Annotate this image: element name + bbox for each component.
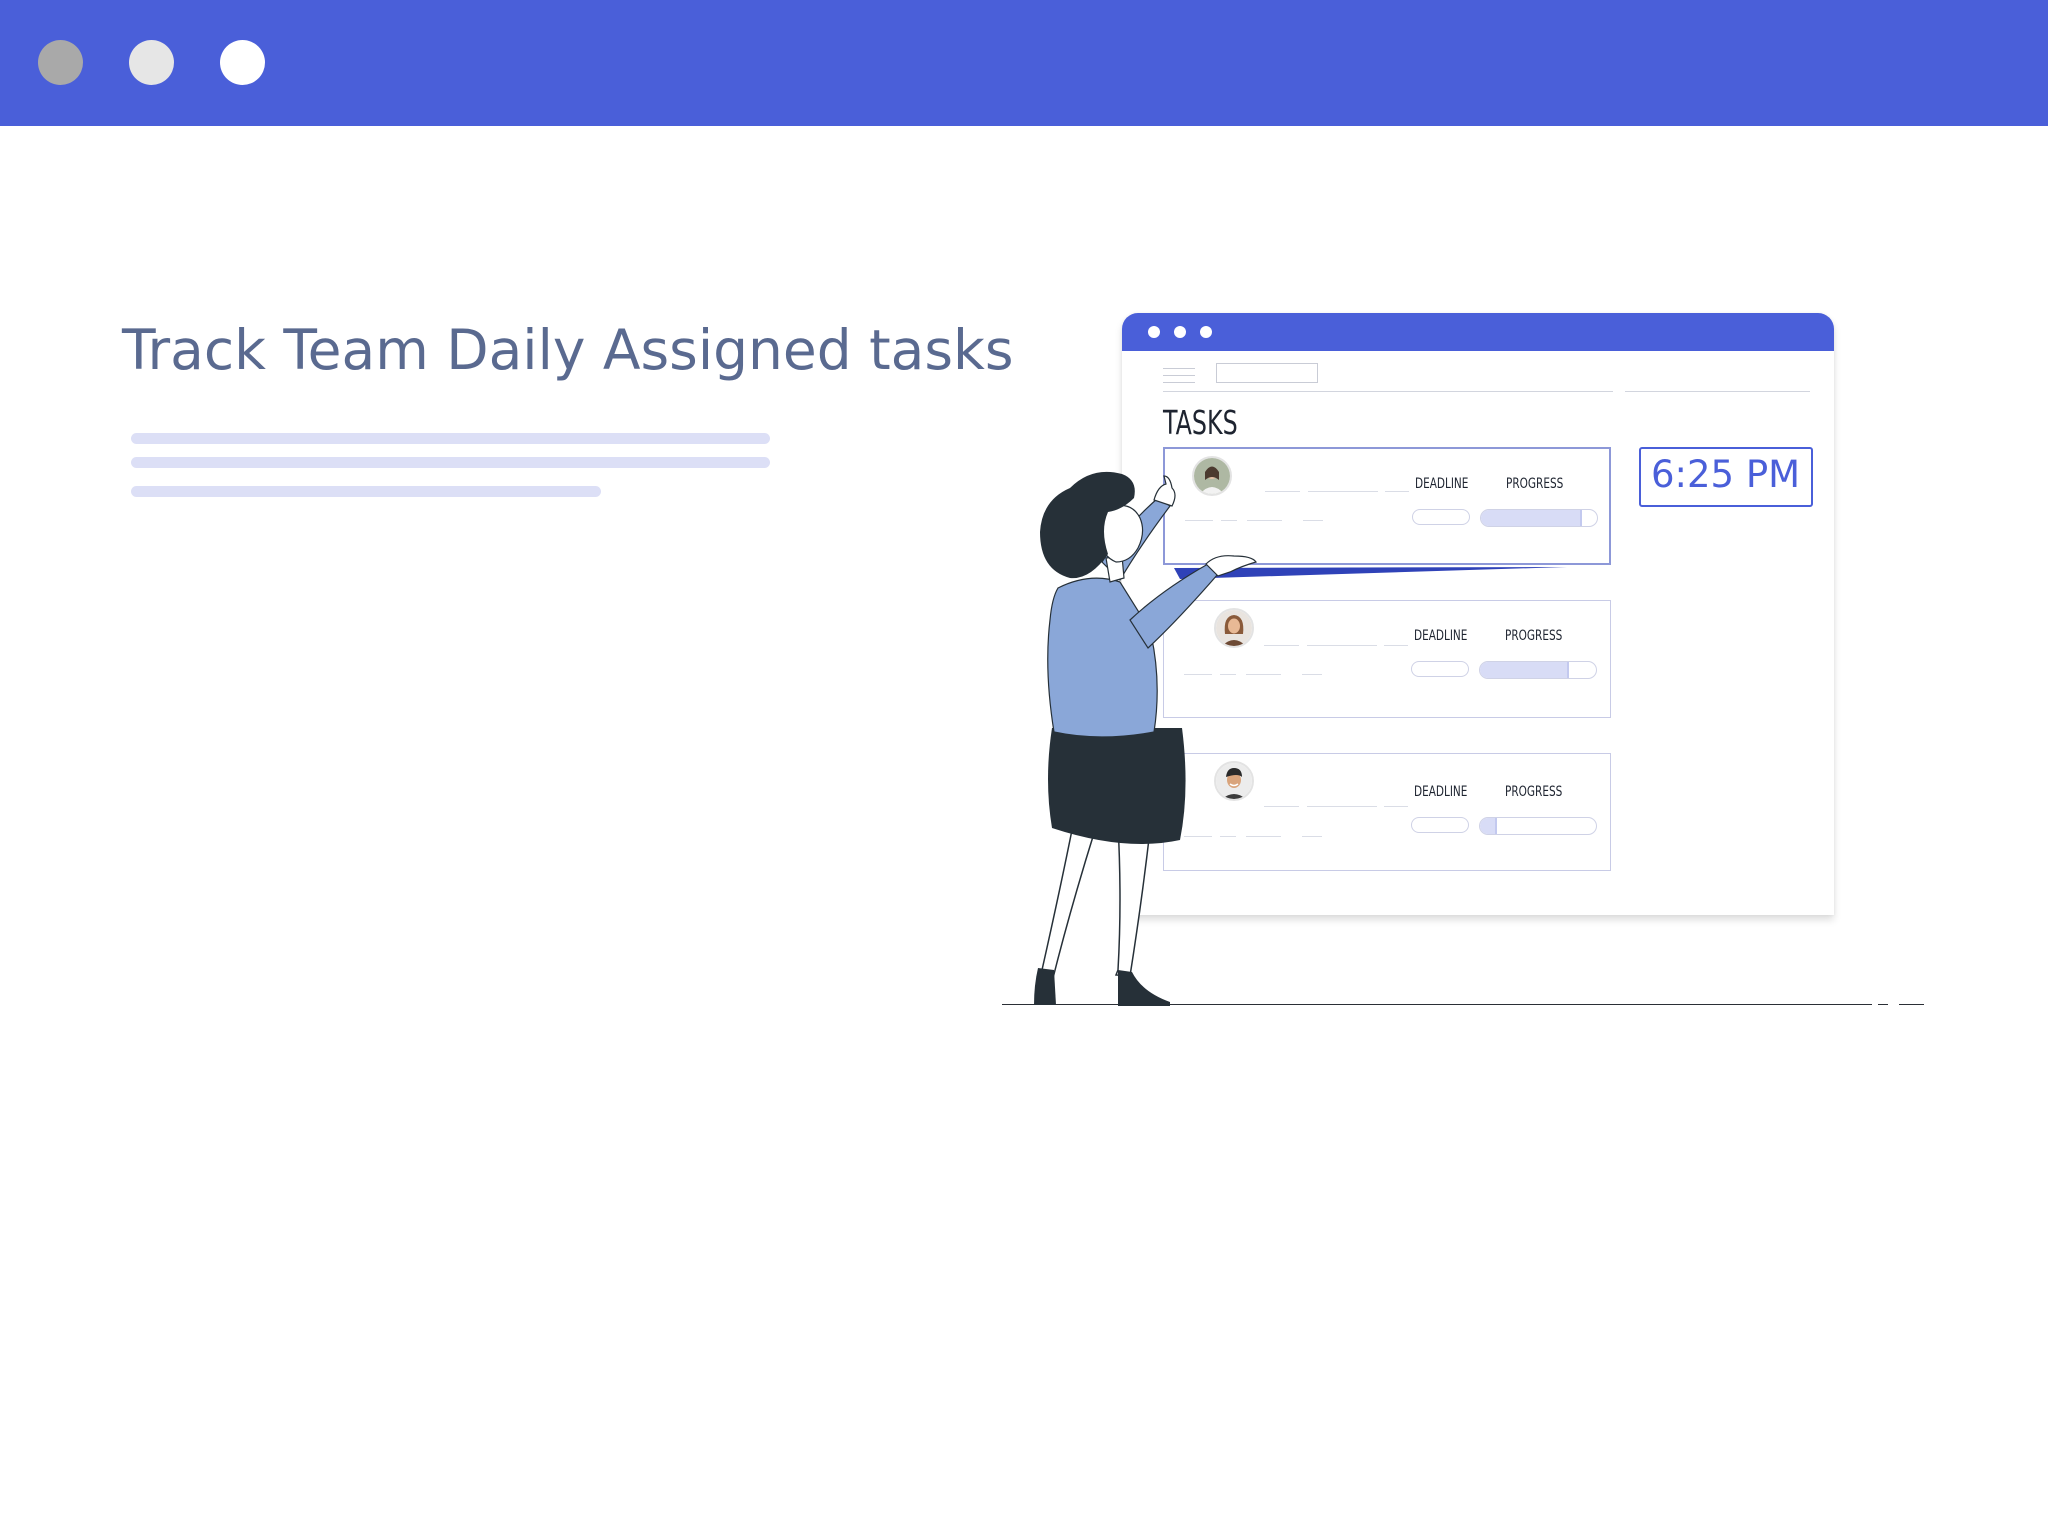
- illustration-search-box: [1216, 363, 1318, 383]
- deadline-label: DEADLINE: [1414, 784, 1468, 800]
- deadline-field: [1411, 661, 1469, 677]
- progress-fill: [1481, 510, 1582, 526]
- placeholder-text: [1302, 674, 1322, 675]
- deadline-label: DEADLINE: [1414, 628, 1468, 644]
- placeholder-text: [1384, 645, 1408, 646]
- deadline-label: DEADLINE: [1415, 476, 1469, 492]
- illustration-window-dot: [1200, 326, 1212, 338]
- progress-fill: [1480, 818, 1498, 834]
- text-placeholder-line: [131, 486, 601, 497]
- tasks-title: TASKS: [1163, 403, 1238, 442]
- minimize-dot[interactable]: [129, 40, 174, 85]
- placeholder-text: [1302, 836, 1322, 837]
- page-title: Track Team Daily Assigned tasks: [122, 318, 1014, 382]
- illustration-window-dot: [1148, 326, 1160, 338]
- maximize-dot[interactable]: [220, 40, 265, 85]
- progress-label: PROGRESS: [1506, 476, 1564, 492]
- divider: [1163, 391, 1613, 392]
- placeholder-text: [1384, 806, 1408, 807]
- text-placeholder-line: [131, 433, 770, 444]
- placeholder-text: [1303, 520, 1323, 521]
- progress-label: PROGRESS: [1505, 784, 1563, 800]
- progress-fill: [1480, 662, 1570, 678]
- ground-dash: [1899, 1004, 1924, 1005]
- illustration-window-bar: [1122, 313, 1834, 351]
- divider: [1625, 391, 1810, 392]
- illustration-window-dot: [1174, 326, 1186, 338]
- progress-bar: [1480, 509, 1598, 527]
- placeholder-text: [1385, 491, 1409, 492]
- close-dot[interactable]: [38, 40, 83, 85]
- progress-bar: [1479, 817, 1597, 835]
- placeholder-text: [1307, 806, 1377, 807]
- placeholder-text: [1307, 645, 1377, 646]
- hamburger-menu-icon: [1163, 368, 1195, 384]
- clock-display: 6:25 PM: [1639, 447, 1813, 507]
- progress-label: PROGRESS: [1505, 628, 1563, 644]
- top-bar: [0, 0, 2048, 126]
- progress-bar: [1479, 661, 1597, 679]
- ground-dash: [1878, 1004, 1888, 1005]
- deadline-field: [1412, 509, 1470, 525]
- placeholder-text: [1308, 491, 1378, 492]
- text-placeholder-line: [131, 457, 770, 468]
- woman-presenting-illustration: [1034, 471, 1257, 1006]
- deadline-field: [1411, 817, 1469, 833]
